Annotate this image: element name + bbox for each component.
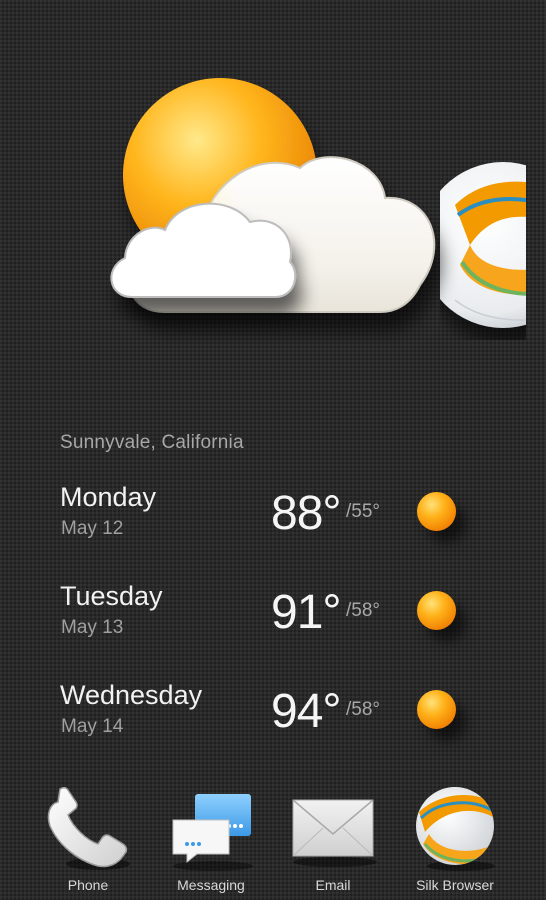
low-temperature: /58° — [346, 600, 381, 621]
silk-browser-icon — [416, 787, 495, 871]
day-name: Tuesday — [60, 581, 163, 611]
phone-app-button[interactable]: Phone — [28, 782, 148, 900]
sunny-icon — [417, 591, 456, 630]
low-temperature: /58° — [346, 699, 381, 720]
sunny-icon — [417, 690, 456, 729]
low-temperature: /55° — [346, 501, 381, 522]
app-dock: Phone Messaging Email Silk Browser — [0, 782, 546, 900]
silk-browser-preview-icon — [440, 162, 526, 328]
day-name: Wednesday — [60, 680, 203, 710]
forecast-row-tuesday[interactable]: Tuesday May 13 91° /58° — [0, 575, 546, 674]
forecast-list: Monday May 12 88° /55° Tuesday May 13 91… — [0, 476, 546, 773]
sunny-icon — [417, 492, 456, 531]
dock-label: Email — [315, 877, 351, 893]
messaging-app-button[interactable]: Messaging — [151, 782, 271, 900]
high-temperature: 91° — [271, 586, 342, 639]
forecast-row-monday[interactable]: Monday May 12 88° /55° — [0, 476, 546, 575]
day-date: May 13 — [61, 617, 124, 638]
email-icon — [292, 799, 377, 867]
messaging-icon — [172, 794, 253, 871]
high-temperature: 88° — [271, 487, 342, 540]
location-label: Sunnyvale, California — [60, 432, 244, 453]
dock-label: Phone — [67, 877, 109, 893]
day-date: May 12 — [61, 518, 124, 539]
forecast-row-wednesday[interactable]: Wednesday May 14 94° /58° — [0, 674, 546, 773]
dock-label: Silk Browser — [416, 877, 494, 893]
email-app-button[interactable]: Email — [273, 782, 393, 900]
phone-icon — [47, 786, 130, 870]
day-name: Monday — [60, 482, 157, 512]
high-temperature: 94° — [271, 685, 342, 738]
silk-browser-app-button[interactable]: Silk Browser — [395, 782, 515, 900]
dock-label: Messaging — [177, 877, 245, 893]
partly-cloudy-weather-icon[interactable] — [0, 0, 546, 400]
day-date: May 14 — [61, 716, 124, 737]
app-carousel[interactable] — [0, 0, 546, 400]
